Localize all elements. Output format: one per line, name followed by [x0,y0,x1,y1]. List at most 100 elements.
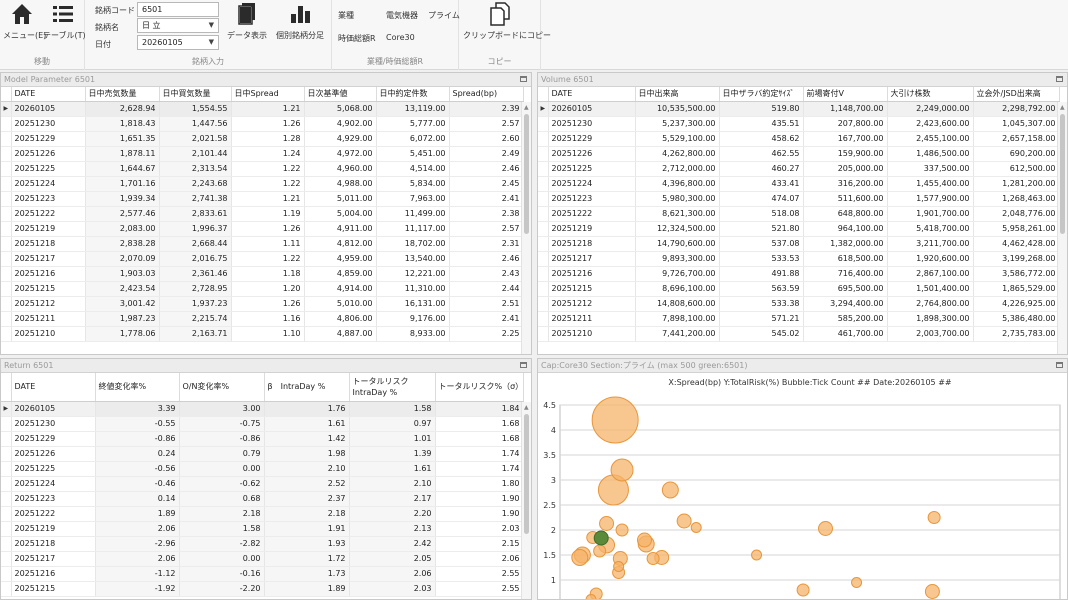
row-indicator[interactable] [1,326,12,342]
value-cell[interactable]: 0.14 [95,491,180,507]
table-row[interactable]: 20251223 0.14 0.68 2.37 2.17 1.90 [1,491,524,507]
value-cell[interactable]: 1,701.16 [85,176,160,192]
value-cell[interactable]: 4,812.00 [304,236,377,252]
row-indicator[interactable] [1,206,12,222]
value-cell[interactable]: 2.06 [435,551,524,567]
value-cell[interactable]: 4,887.00 [304,326,377,342]
table-row[interactable]: 20251210 1,778.06 2,163.71 1.10 4,887.00 8,93… [1,326,524,342]
table-row[interactable]: 20251218 -2.96 -2.82 1.93 2.42 2.15 [1,536,524,552]
value-cell[interactable]: 0.68 [179,491,265,507]
date-cell[interactable]: 20251215 [11,281,86,297]
value-cell[interactable]: 1.72 [264,551,350,567]
value-cell[interactable]: 2,867,100.00 [887,266,974,282]
scroll-up-icon[interactable]: ▲ [524,104,529,111]
row-indicator[interactable] [1,296,12,312]
model-scrollbar[interactable]: ▲ [521,102,531,354]
value-cell[interactable]: 18,702.00 [376,236,450,252]
row-indicator[interactable] [538,281,549,297]
value-cell[interactable]: 4,988.00 [304,176,377,192]
table-row[interactable]: ▶ 20260105 10,535,500.00 519.80 1,148,700.00… [538,101,1060,117]
row-indicator[interactable] [1,116,12,132]
row-indicator[interactable] [1,221,12,237]
value-cell[interactable]: 207,800.00 [803,116,888,132]
value-cell[interactable]: 1.58 [349,401,436,417]
date-cell[interactable]: 20251230 [11,416,96,432]
column-header[interactable]: トータルリスク IntraDay % [349,373,436,402]
value-cell[interactable]: 5,011.00 [304,191,377,207]
row-indicator[interactable] [538,221,549,237]
value-cell[interactable]: 1.90 [435,506,524,522]
value-cell[interactable]: 5,777.00 [376,116,450,132]
column-header[interactable]: 日中約定件数 [376,87,450,102]
table-row[interactable]: 20251217 2.06 0.00 1.72 2.05 2.06 [1,551,524,567]
value-cell[interactable]: 13,119.00 [376,101,450,117]
value-cell[interactable]: 2,838.28 [85,236,160,252]
value-cell[interactable]: 3,294,400.00 [803,296,888,312]
column-header[interactable]: 日中ザラバ約定ｻｲｽﾞ [719,87,804,102]
value-cell[interactable]: 3,001.42 [85,296,160,312]
table-row[interactable]: 20251225 2,712,000.00 460.27 205,000.00 337,… [538,161,1060,177]
value-cell[interactable]: 1.76 [264,401,350,417]
value-cell[interactable]: 2.45 [449,176,524,192]
code-input[interactable]: 6501 [137,2,219,17]
value-cell[interactable]: 159,900.00 [803,146,888,162]
row-indicator[interactable] [1,491,12,507]
value-cell[interactable]: 16,131.00 [376,296,450,312]
date-cell[interactable]: 20251225 [11,161,86,177]
row-indicator[interactable] [538,176,549,192]
value-cell[interactable]: 2,712,000.00 [635,161,720,177]
row-indicator[interactable] [1,176,12,192]
table-row[interactable]: 20251219 2,083.00 1,996.37 1.26 4,911.00 11,1… [1,221,524,237]
value-cell[interactable]: -2.20 [179,581,265,597]
value-cell[interactable]: 4,462,428.00 [973,236,1060,252]
date-cell[interactable]: 20251219 [548,221,636,237]
column-header[interactable]: DATE [548,87,636,102]
value-cell[interactable]: 2.06 [95,551,180,567]
value-cell[interactable]: 2,016.75 [159,251,232,267]
value-cell[interactable]: 2.46 [449,251,524,267]
value-cell[interactable]: 2.49 [449,146,524,162]
table-row[interactable]: 20251215 2,423.54 2,728.95 1.20 4,914.00 11,3… [1,281,524,297]
value-cell[interactable]: -1.12 [95,566,180,582]
scroll-up-icon[interactable]: ▲ [1060,104,1065,111]
value-cell[interactable]: 1,651.35 [85,131,160,147]
value-cell[interactable]: 648,800.00 [803,206,888,222]
row-indicator[interactable] [538,131,549,147]
value-cell[interactable]: 2.06 [349,566,436,582]
table-button[interactable]: テーブル(T) [43,2,86,41]
value-cell[interactable]: 316,200.00 [803,176,888,192]
maximize-icon[interactable] [520,362,527,368]
row-indicator[interactable]: ▶ [1,401,12,417]
value-cell[interactable]: 4,911.00 [304,221,377,237]
value-cell[interactable]: 11,117.00 [376,221,450,237]
row-indicator[interactable]: ▶ [538,101,549,117]
value-cell[interactable]: 435.51 [719,116,804,132]
value-cell[interactable]: 5,451.00 [376,146,450,162]
value-cell[interactable]: 2,764,800.00 [887,296,974,312]
value-cell[interactable]: 1.26 [231,296,305,312]
value-cell[interactable]: 2,833.61 [159,206,232,222]
row-indicator[interactable] [1,281,12,297]
value-cell[interactable]: 1.22 [231,176,305,192]
table-row[interactable]: 20251211 7,898,100.00 571.21 585,200.00 1,89… [538,311,1060,327]
row-indicator[interactable] [538,326,549,342]
value-cell[interactable]: 5,958,261.00 [973,221,1060,237]
value-cell[interactable]: 7,898,100.00 [635,311,720,327]
value-cell[interactable]: 4,959.00 [304,251,377,267]
volume-scrollbar[interactable]: ▲ [1057,102,1067,354]
value-cell[interactable]: -2.96 [95,536,180,552]
date-cell[interactable]: 20251230 [548,116,636,132]
value-cell[interactable]: 618,500.00 [803,251,888,267]
value-cell[interactable]: 1.61 [264,416,350,432]
value-cell[interactable]: 2.52 [264,476,350,492]
table-row[interactable]: 20251212 14,808,600.00 533.38 3,294,400.00 2… [538,296,1060,312]
value-cell[interactable]: 2,728.95 [159,281,232,297]
date-cell[interactable]: 20251223 [11,191,86,207]
column-header[interactable]: Spread(bp) [449,87,524,102]
date-cell[interactable]: 20251223 [11,491,96,507]
individual-chart-button[interactable]: 個別銘柄分足 [271,2,329,41]
value-cell[interactable]: 2.51 [449,296,524,312]
value-cell[interactable]: 1,486,500.00 [887,146,974,162]
date-select[interactable]: 20260105 ▼ [137,35,219,50]
value-cell[interactable]: 1.10 [231,326,305,342]
